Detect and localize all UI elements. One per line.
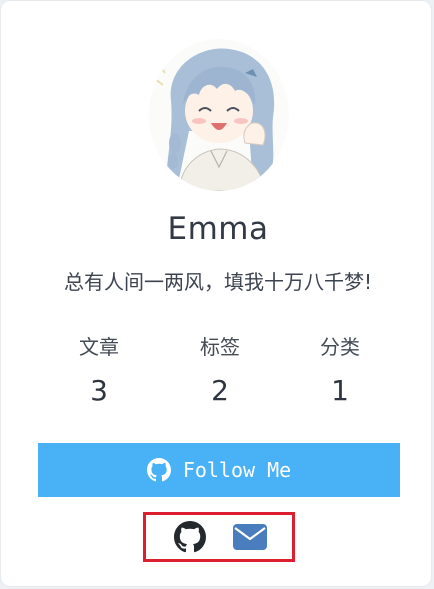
stat-value: 1 bbox=[331, 374, 349, 407]
stat-categories[interactable]: 分类 1 bbox=[280, 331, 400, 409]
envelope-icon bbox=[233, 524, 267, 554]
github-icon bbox=[174, 521, 206, 557]
avatar[interactable] bbox=[149, 39, 289, 191]
site-stats: 文章 3 标签 2 分类 1 bbox=[39, 331, 399, 411]
author-card: Emma 总有人间一两风，填我十万八千梦! 文章 3 标签 2 分类 1 Fol… bbox=[0, 0, 432, 587]
stat-value: 2 bbox=[211, 374, 229, 407]
email-link[interactable] bbox=[233, 523, 267, 555]
stat-tags[interactable]: 标签 2 bbox=[160, 331, 280, 409]
avatar-illustration bbox=[149, 39, 289, 191]
follow-me-button[interactable]: Follow Me bbox=[38, 443, 400, 497]
stat-label: 标签 bbox=[200, 335, 240, 359]
github-icon bbox=[146, 458, 171, 482]
stat-value: 3 bbox=[90, 374, 108, 407]
author-name: Emma bbox=[167, 211, 269, 247]
follow-me-label: Follow Me bbox=[182, 458, 292, 482]
stat-articles[interactable]: 文章 3 bbox=[39, 331, 159, 409]
stat-label: 文章 bbox=[79, 335, 119, 359]
github-link[interactable] bbox=[173, 521, 207, 557]
social-links bbox=[143, 512, 295, 562]
stat-label: 分类 bbox=[320, 335, 360, 359]
author-bio: 总有人间一两风，填我十万八千梦! bbox=[63, 270, 373, 294]
